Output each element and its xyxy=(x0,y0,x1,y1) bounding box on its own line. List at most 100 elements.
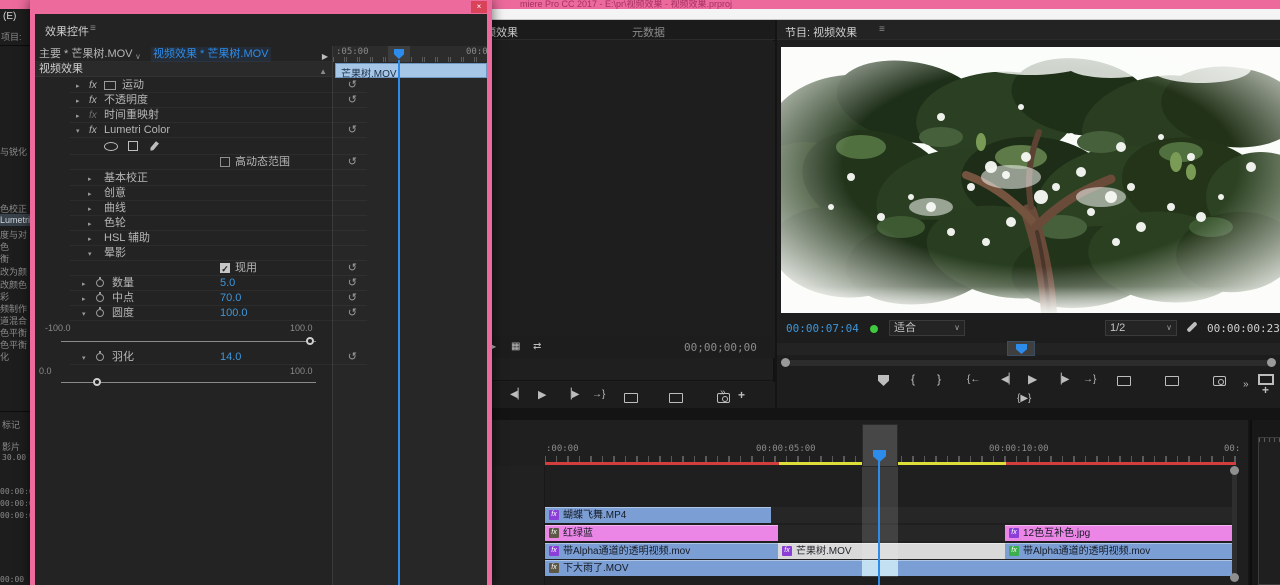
scrollbar-knob-left[interactable] xyxy=(781,358,790,367)
zoom-level-dropdown[interactable]: 适合 ∨ xyxy=(889,320,965,336)
disclosure-icon[interactable]: ▸ xyxy=(88,217,92,232)
reset-icon[interactable]: ↺ xyxy=(348,93,357,108)
fx-icon[interactable]: fx xyxy=(89,93,97,108)
section-hsl[interactable]: ▸ HSL 辅助 xyxy=(70,231,367,246)
disclosure-icon[interactable]: ▸ xyxy=(88,187,92,202)
export-frame-button[interactable] xyxy=(1213,376,1226,386)
vscroll-knob-bottom[interactable] xyxy=(1230,573,1239,582)
ellipse-mask-icon[interactable] xyxy=(104,142,118,151)
reset-icon[interactable]: ↺ xyxy=(348,291,357,306)
playback-resolution-dropdown[interactable]: 1/2 ∨ xyxy=(1105,320,1177,336)
disclosure-icon[interactable]: ▸ xyxy=(76,94,80,109)
ec-clip-bar[interactable]: 芒果树.MOV xyxy=(335,63,487,78)
timeline-clip[interactable]: fx带Alpha通道的透明视频.mov xyxy=(1005,543,1236,559)
effect-item[interactable]: 化 xyxy=(0,350,9,363)
vscroll-knob-top[interactable] xyxy=(1230,466,1239,475)
floating-title-bar[interactable]: × xyxy=(30,0,492,14)
play-button[interactable]: ▶ xyxy=(1028,372,1037,386)
loop-button[interactable]: {▶} xyxy=(1017,393,1031,404)
disclosure-icon[interactable]: ▸ xyxy=(88,232,92,247)
program-playhead-head[interactable] xyxy=(1007,341,1035,356)
disclosure-icon[interactable]: ▸ xyxy=(88,172,92,187)
effect-row-opacity[interactable]: ▸ fx 不透明度 ↺ xyxy=(70,93,367,108)
disclosure-icon[interactable]: ▾ xyxy=(82,307,86,322)
play-button[interactable]: ▶ xyxy=(538,388,546,401)
reset-icon[interactable]: ↺ xyxy=(348,276,357,291)
pen-mask-icon[interactable] xyxy=(149,141,159,152)
reset-icon[interactable]: ↺ xyxy=(348,306,357,321)
tab-effect-controls[interactable]: 效果控件 xyxy=(45,23,89,39)
effect-item[interactable]: 改为颜 xyxy=(0,265,27,278)
ec-playhead-marker[interactable] xyxy=(394,49,404,59)
tab-metadata[interactable]: 元数据 xyxy=(632,24,665,40)
source-timecode[interactable]: 00;00;00;00 xyxy=(684,341,757,354)
disclosure-icon[interactable]: ▾ xyxy=(76,124,80,139)
hdr-checkbox[interactable] xyxy=(220,157,230,167)
close-button[interactable]: × xyxy=(471,1,487,13)
goto-out-button[interactable]: →} xyxy=(592,389,605,400)
section-basic-correction[interactable]: ▸ 基本校正 xyxy=(70,171,367,186)
insert-button[interactable] xyxy=(624,393,638,403)
step-forward-button[interactable]: ▕▶ xyxy=(564,389,579,400)
section-color-wheels[interactable]: ▸ 色轮 xyxy=(70,216,367,231)
disclosure-icon[interactable]: ▸ xyxy=(76,79,80,94)
reset-icon[interactable]: ↺ xyxy=(348,123,357,138)
extract-button[interactable] xyxy=(1165,376,1179,386)
feather-slider-knob[interactable] xyxy=(93,378,101,386)
panel-menu-icon[interactable]: ≡ xyxy=(90,23,96,34)
effect-row-lumetri[interactable]: ▾ fx Lumetri Color ↺ xyxy=(70,123,367,138)
mark-in-button[interactable]: { xyxy=(911,372,915,386)
sequence-clip-label[interactable]: 视频效果 * 芒果树.MOV xyxy=(151,47,271,62)
step-back-button[interactable]: ◀▏ xyxy=(1001,374,1016,385)
settings-grid-icon[interactable]: ▦ xyxy=(511,341,520,352)
effect-row-time-remap[interactable]: ▸ fx 时间重映射 xyxy=(70,108,367,123)
reset-icon[interactable]: ↺ xyxy=(348,78,357,93)
param-value[interactable]: 5.0 xyxy=(220,276,235,291)
disclosure-icon[interactable]: ▾ xyxy=(88,247,92,262)
timeline-clip[interactable]: fx12色互补色.jpg xyxy=(1005,525,1236,541)
param-value[interactable]: 100.0 xyxy=(220,306,248,321)
menu-bar-strip[interactable] xyxy=(492,9,1280,20)
effect-item[interactable]: 衡 xyxy=(0,252,9,265)
stopwatch-icon[interactable] xyxy=(96,294,104,302)
reset-icon[interactable]: ↺ xyxy=(348,155,357,170)
effect-item-selected[interactable]: Lumetri xyxy=(0,214,30,226)
swap-icon[interactable]: ⇄ xyxy=(533,341,541,352)
button-editor-plus[interactable]: + xyxy=(738,388,745,402)
stopwatch-icon[interactable] xyxy=(96,353,104,361)
effect-item[interactable]: 与锐化 xyxy=(0,145,27,158)
more-buttons-chevron[interactable]: » xyxy=(720,387,726,398)
ec-ruler[interactable]: :05:00 00:0 xyxy=(333,46,487,62)
add-marker-button[interactable] xyxy=(878,375,889,386)
param-value[interactable]: 14.0 xyxy=(220,350,241,365)
fx-icon[interactable]: fx xyxy=(89,123,97,138)
rect-mask-icon[interactable] xyxy=(128,141,138,151)
program-current-timecode[interactable]: 00:00:07:04 xyxy=(786,322,859,335)
section-vignette[interactable]: ▾ 晕影 xyxy=(70,246,367,261)
program-playhead-marker[interactable] xyxy=(1016,344,1027,354)
timeline-vscrollbar[interactable] xyxy=(1232,468,1237,578)
goto-in-button[interactable]: {← xyxy=(967,374,980,385)
menu-item-edit-fragment[interactable]: (E) xyxy=(3,11,16,22)
goto-out-button[interactable]: →} xyxy=(1083,374,1096,385)
dropped-frame-indicator[interactable] xyxy=(870,325,878,333)
step-forward-button[interactable]: ▕▶ xyxy=(1054,374,1069,385)
disclosure-icon[interactable]: ▾ xyxy=(82,351,86,366)
ec-section-video-effects[interactable]: 视频效果 ▲ xyxy=(35,62,332,77)
ec-playhead-line[interactable] xyxy=(398,60,400,585)
effect-row-motion[interactable]: ▸ fx 运动 ↺ xyxy=(70,78,367,93)
overwrite-button[interactable] xyxy=(669,393,683,403)
reset-icon[interactable]: ↺ xyxy=(348,350,357,365)
step-back-button[interactable]: ◀▏ xyxy=(510,389,525,400)
button-editor-plus[interactable]: + xyxy=(1262,383,1269,397)
disclosure-icon[interactable]: ▸ xyxy=(76,109,80,124)
disclosure-icon[interactable]: ▸ xyxy=(82,277,86,292)
reset-icon[interactable]: ↺ xyxy=(348,261,357,276)
roundness-slider-knob[interactable] xyxy=(306,337,314,345)
param-value[interactable]: 70.0 xyxy=(220,291,241,306)
program-scrollbar[interactable] xyxy=(783,360,1274,366)
fx-icon-disabled[interactable]: fx xyxy=(89,108,97,123)
scrollbar-knob-right[interactable] xyxy=(1267,358,1276,367)
stopwatch-icon[interactable] xyxy=(96,279,104,287)
mark-out-button[interactable]: } xyxy=(937,372,941,386)
